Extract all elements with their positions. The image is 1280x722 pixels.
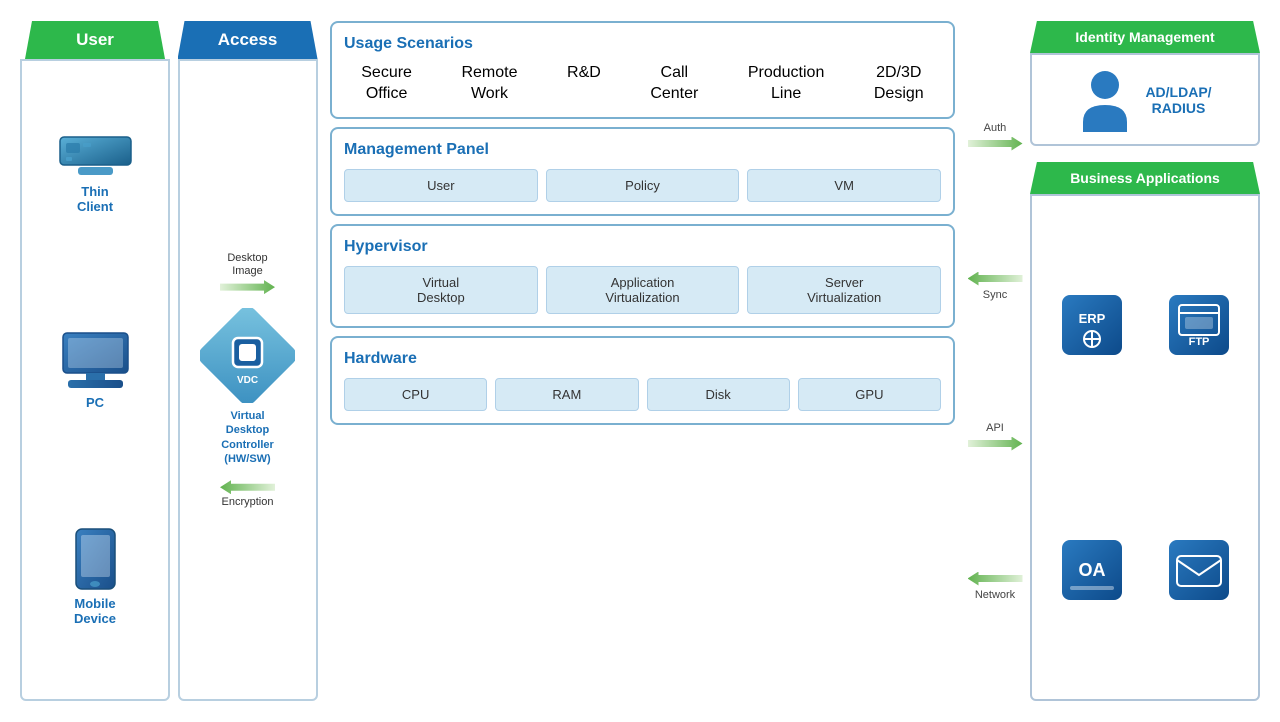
access-section: Access DesktopImage VDC bbox=[170, 21, 325, 701]
person-icon bbox=[1078, 67, 1133, 132]
scenario-secure-office: SecureOffice bbox=[361, 63, 412, 105]
encryption-connector: Encryption bbox=[220, 480, 275, 508]
api-arrow bbox=[968, 437, 1023, 451]
sync-label: Sync bbox=[983, 289, 1007, 301]
management-panel-items: User Policy VM bbox=[344, 169, 941, 202]
vdc-icon: VDC bbox=[200, 308, 295, 403]
svg-text:FTP: FTP bbox=[1188, 336, 1209, 348]
hypervisor-section: Hypervisor VirtualDesktop ApplicationVir… bbox=[330, 224, 955, 328]
svg-text:ERP: ERP bbox=[1078, 311, 1105, 326]
scenario-rd: R&D bbox=[567, 63, 601, 105]
management-panel-title: Management Panel bbox=[344, 141, 941, 159]
virtual-desktop-chip: VirtualDesktop bbox=[344, 266, 538, 314]
ftp-icon: FTP bbox=[1169, 295, 1229, 355]
scenario-remote-work: RemoteWork bbox=[461, 63, 517, 105]
user-body: ThinClient bbox=[20, 59, 170, 701]
api-label: API bbox=[986, 422, 1004, 434]
encryption-label: Encryption bbox=[222, 496, 274, 508]
business-applications-body: ERP bbox=[1030, 194, 1260, 701]
usage-scenarios-title: Usage Scenarios bbox=[344, 35, 941, 53]
oa-app: OA bbox=[1042, 452, 1141, 690]
thin-client-icon bbox=[58, 135, 133, 180]
mobile-label: MobileDevice bbox=[74, 596, 116, 626]
hypervisor-items: VirtualDesktop ApplicationVirtualization… bbox=[344, 266, 941, 314]
user-column: User bbox=[20, 21, 170, 701]
pc-icon bbox=[58, 331, 133, 391]
svg-text:OA: OA bbox=[1078, 560, 1105, 580]
usage-scenarios-section: Usage Scenarios SecureOffice RemoteWork … bbox=[330, 21, 955, 119]
pc-device: PC bbox=[58, 331, 133, 410]
desktop-image-label: DesktopImage bbox=[227, 252, 267, 278]
auth-arrow bbox=[968, 137, 1023, 151]
right-column: Identity Management AD/LDAP/RADIUS Busin… bbox=[1030, 21, 1260, 701]
erp-icon: ERP bbox=[1062, 295, 1122, 355]
diagram: User bbox=[10, 11, 1270, 711]
email-icon bbox=[1169, 540, 1229, 600]
business-applications-section: Business Applications ERP bbox=[1030, 154, 1260, 701]
network-label: Network bbox=[975, 589, 1015, 601]
scenario-2d3d: 2D/3DDesign bbox=[874, 63, 924, 105]
right-connectors: Auth Sync API Network bbox=[960, 21, 1030, 701]
svg-text:VDC: VDC bbox=[237, 375, 258, 386]
access-body: DesktopImage VDC bbox=[178, 59, 318, 701]
network-connector: Network bbox=[968, 572, 1023, 601]
gpu-chip: GPU bbox=[798, 378, 941, 411]
auth-label: Auth bbox=[984, 122, 1007, 134]
vdc-label: VirtualDesktopController(HW/SW) bbox=[221, 409, 274, 466]
auth-connector: Auth bbox=[968, 122, 1023, 151]
pc-label: PC bbox=[86, 395, 104, 410]
mobile-icon bbox=[73, 527, 118, 592]
mobile-device: MobileDevice bbox=[73, 527, 118, 626]
encryption-arrow bbox=[220, 480, 275, 494]
management-vm: VM bbox=[747, 169, 941, 202]
hardware-section: Hardware CPU RAM Disk GPU bbox=[330, 336, 955, 425]
management-policy: Policy bbox=[546, 169, 740, 202]
scenario-production-line: ProductionLine bbox=[748, 63, 825, 105]
thin-client-device: ThinClient bbox=[58, 135, 133, 214]
erp-app: ERP bbox=[1042, 206, 1141, 444]
hypervisor-title: Hypervisor bbox=[344, 238, 941, 256]
sections-column: Usage Scenarios SecureOffice RemoteWork … bbox=[330, 21, 955, 701]
vdc-container: VDC VirtualDesktopController(HW/SW) bbox=[200, 308, 295, 466]
management-panel-section: Management Panel User Policy VM bbox=[330, 127, 955, 216]
usage-scenarios-items: SecureOffice RemoteWork R&D CallCenter P… bbox=[344, 63, 941, 105]
desktop-image-arrow bbox=[220, 280, 275, 294]
access-header: Access bbox=[178, 21, 318, 59]
server-virtualization-chip: ServerVirtualization bbox=[747, 266, 941, 314]
scenario-call-center: CallCenter bbox=[650, 63, 698, 105]
email-app bbox=[1149, 452, 1248, 690]
disk-chip: Disk bbox=[647, 378, 790, 411]
desktop-image-connector: DesktopImage bbox=[220, 252, 275, 294]
network-arrow bbox=[968, 572, 1023, 586]
api-connector: API bbox=[968, 422, 1023, 451]
identity-management-header: Identity Management bbox=[1030, 21, 1260, 53]
management-user: User bbox=[344, 169, 538, 202]
app-virtualization-chip: ApplicationVirtualization bbox=[546, 266, 740, 314]
cpu-chip: CPU bbox=[344, 378, 487, 411]
user-devices: ThinClient bbox=[22, 61, 168, 699]
business-applications-header: Business Applications bbox=[1030, 162, 1260, 194]
hardware-items: CPU RAM Disk GPU bbox=[344, 378, 941, 411]
hardware-title: Hardware bbox=[344, 350, 941, 368]
ftp-app: FTP bbox=[1149, 206, 1248, 444]
sync-arrow bbox=[968, 272, 1023, 286]
user-header: User bbox=[25, 21, 165, 59]
thin-client-label: ThinClient bbox=[77, 184, 113, 214]
ad-ldap-label: AD/LDAP/RADIUS bbox=[1145, 84, 1211, 116]
sync-connector: Sync bbox=[968, 272, 1023, 301]
oa-icon: OA bbox=[1062, 540, 1122, 600]
identity-management-section: Identity Management AD/LDAP/RADIUS bbox=[1030, 21, 1260, 146]
identity-management-body: AD/LDAP/RADIUS bbox=[1030, 53, 1260, 146]
ram-chip: RAM bbox=[495, 378, 638, 411]
